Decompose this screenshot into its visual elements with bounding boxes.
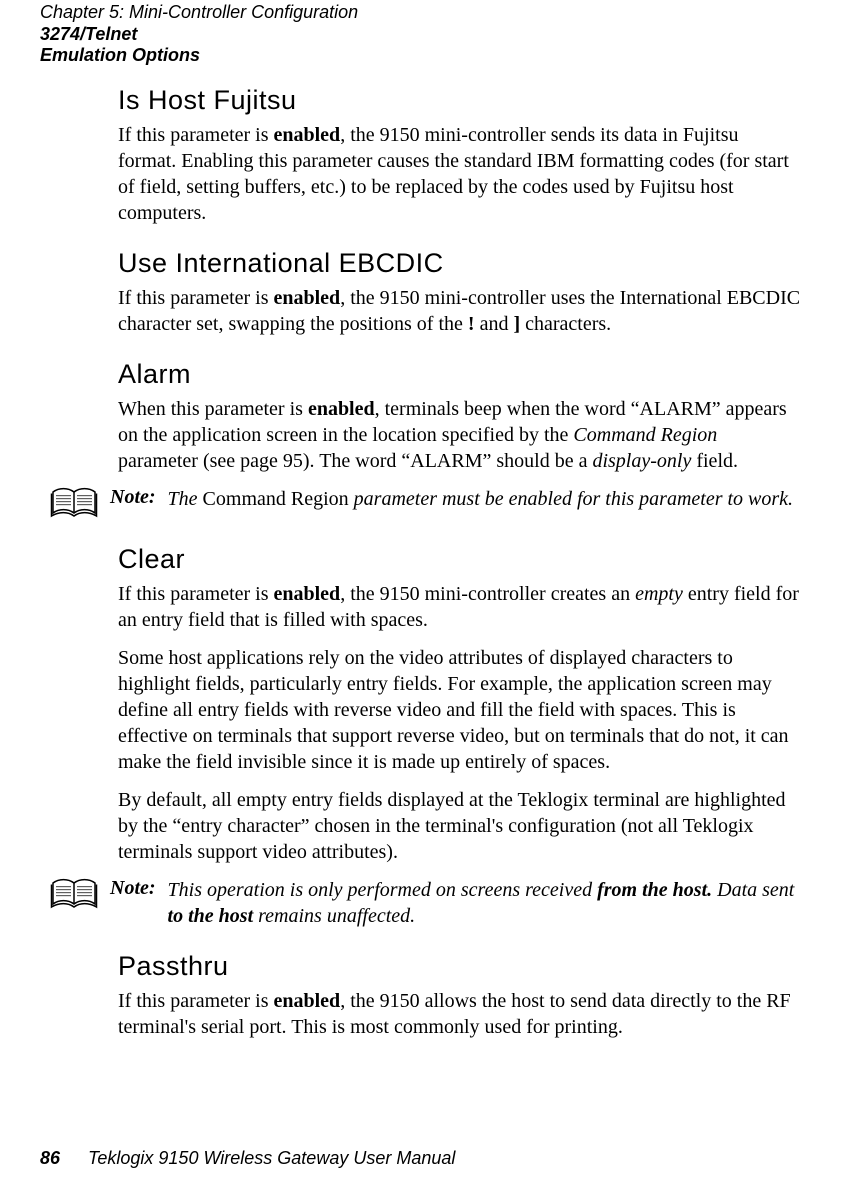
para-is-host-fujitsu: If this parameter is enabled, the 9150 m…	[118, 122, 801, 226]
heading-passthru: Passthru	[118, 951, 801, 982]
text-fragment: If this parameter is	[118, 287, 274, 309]
text-italic: display-only	[592, 450, 691, 472]
heading-is-host-fujitsu: Is Host Fujitsu	[118, 85, 801, 116]
text-bold: enabled	[274, 583, 341, 605]
subsection-line: Emulation Options	[40, 45, 801, 67]
text-italic: empty	[635, 583, 683, 605]
page-content: Is Host Fujitsu If this parameter is ena…	[0, 67, 801, 1040]
para-alarm: When this parameter is enabled, terminal…	[118, 396, 801, 474]
text-fragment: When this parameter is	[118, 398, 308, 420]
text-fragment: characters.	[520, 313, 611, 335]
page-number: 86	[40, 1148, 60, 1168]
note-clear: Note: This operation is only performed o…	[118, 877, 801, 929]
text-fragment: field.	[691, 450, 738, 472]
text-fragment: If this parameter is	[118, 583, 274, 605]
chapter-line: Chapter 5: Mini-Controller Configuration	[40, 2, 801, 24]
text-fragment: If this parameter is	[118, 990, 274, 1012]
note-body: The Command Region parameter must be ena…	[168, 486, 801, 512]
heading-alarm: Alarm	[118, 359, 801, 390]
text-fragment: parameter must be enabled for this param…	[349, 488, 793, 510]
book-icon	[50, 486, 98, 522]
note-alarm: Note: The Command Region parameter must …	[118, 486, 801, 522]
text-fragment: remains unaffected.	[253, 905, 415, 927]
section-line: 3274/Telnet	[40, 24, 801, 46]
heading-use-international-ebcdic: Use International EBCDIC	[118, 248, 801, 279]
text-bold: enabled	[274, 124, 341, 146]
text-fragment: If this parameter is	[118, 124, 274, 146]
para-clear-1: If this parameter is enabled, the 9150 m…	[118, 581, 801, 633]
text-fragment: parameter (see page 95). The word “ALARM…	[118, 450, 592, 472]
text-bold: !	[468, 313, 475, 335]
text-bold-italic: to the host	[168, 905, 254, 927]
para-passthru: If this parameter is enabled, the 9150 a…	[118, 988, 801, 1040]
para-clear-3: By default, all empty entry fields displ…	[118, 787, 801, 865]
heading-clear: Clear	[118, 544, 801, 575]
note-label: Note:	[110, 877, 156, 900]
note-body: This operation is only performed on scre…	[168, 877, 801, 929]
text-italic: Command Region	[573, 424, 717, 446]
note-label: Note:	[110, 486, 156, 509]
book-icon	[50, 877, 98, 913]
running-header: Chapter 5: Mini-Controller Configuration…	[0, 0, 801, 67]
doc-title: Teklogix 9150 Wireless Gateway User Manu…	[88, 1148, 455, 1168]
text-fragment: and	[475, 313, 514, 335]
para-clear-2: Some host applications rely on the video…	[118, 645, 801, 775]
text-bold: enabled	[308, 398, 375, 420]
text-fragment: Data sent	[712, 879, 794, 901]
para-use-international-ebcdic: If this parameter is enabled, the 9150 m…	[118, 285, 801, 337]
text-bold: enabled	[274, 287, 341, 309]
text-fragment: The	[168, 488, 203, 510]
page-footer: 86 Teklogix 9150 Wireless Gateway User Ma…	[40, 1148, 455, 1169]
document-page: Chapter 5: Mini-Controller Configuration…	[0, 0, 841, 1199]
text-fragment: , the 9150 mini-controller creates an	[340, 583, 635, 605]
text-fragment: This operation is only performed on scre…	[168, 879, 598, 901]
text-roman: Command Region	[203, 488, 349, 510]
text-bold: enabled	[274, 990, 341, 1012]
text-bold-italic: from the host.	[597, 879, 712, 901]
